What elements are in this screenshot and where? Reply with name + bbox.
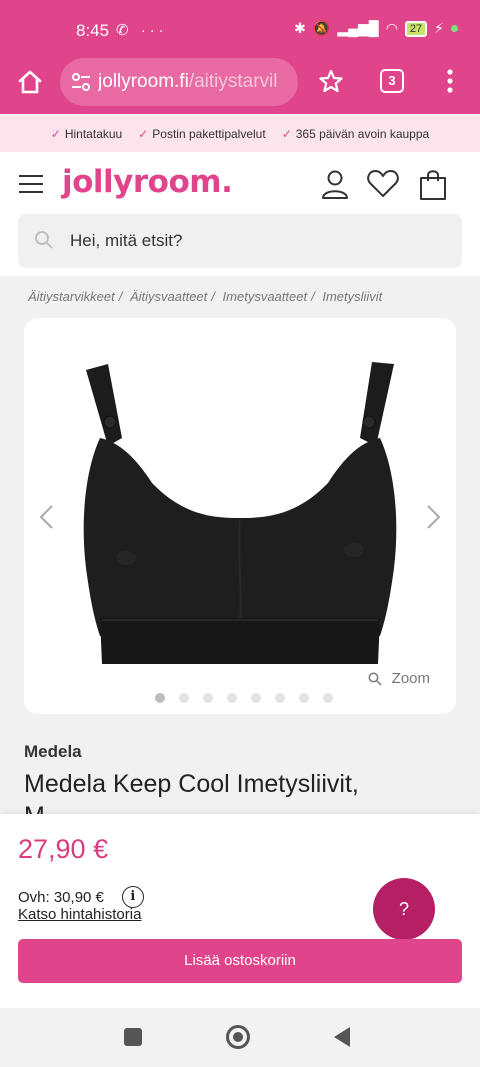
account-icon[interactable] (320, 168, 350, 200)
original-price: Ovh: 30,90 € (18, 888, 104, 906)
gallery-dot[interactable] (323, 693, 333, 703)
status-bar: 8:45 ✆ ··· ✱ 🔕 ▂▄▆█ ◠ 27 ⚡ (0, 0, 480, 56)
product-gallery: Zoom (24, 318, 456, 714)
product-image[interactable] (24, 318, 456, 714)
chevron-right-icon[interactable] (426, 504, 442, 530)
url-text: jollyroom.fi/aitiystarvil (98, 71, 290, 93)
more-vert-icon[interactable] (440, 68, 460, 94)
product-title: Medela Keep Cool Imetysliivit, (24, 770, 359, 798)
mute-icon: 🔕 (312, 20, 331, 36)
privacy-dot-icon (451, 25, 458, 32)
usp-item: ✓ Postin pakettipalvelut (138, 127, 265, 141)
gallery-dot[interactable] (299, 693, 309, 703)
usp-bar: ✓ Hintatakuu ✓ Postin pakettipalvelut ✓ 365… (0, 116, 480, 152)
charging-icon: ⚡ (434, 20, 444, 36)
breadcrumb-link[interactable]: Äitiysvaatteet (130, 289, 207, 304)
usp-item: ✓ Hintatakuu (51, 127, 122, 141)
system-navigation-bar (0, 1008, 480, 1067)
site-settings-icon[interactable] (70, 71, 92, 93)
product-brand[interactable]: Medela (24, 742, 82, 762)
check-icon: ✓ (138, 127, 149, 141)
zoom-button[interactable]: Zoom (368, 670, 430, 687)
product-title-continued: M (24, 802, 45, 814)
check-icon: ✓ (50, 127, 61, 141)
check-icon: ✓ (281, 127, 292, 141)
breadcrumb-link[interactable]: Äitiystarvikkeet (28, 289, 115, 304)
url-domain: jollyroom.fi (98, 71, 189, 92)
add-to-cart-button[interactable]: Lisää ostoskoriin (18, 939, 462, 983)
usp-label: Hintatakuu (64, 127, 123, 141)
status-time: 8:45 (76, 21, 110, 40)
wishlist-heart-icon[interactable] (366, 168, 400, 200)
home-icon[interactable] (16, 68, 44, 96)
recents-icon[interactable] (124, 1028, 142, 1046)
tab-switcher-button[interactable]: 3 (380, 69, 404, 93)
search-icon (35, 231, 53, 249)
zoom-label: Zoom (391, 670, 430, 687)
url-field[interactable]: jollyroom.fi/aitiystarvil (60, 58, 298, 106)
shopping-bag-icon[interactable] (418, 168, 448, 200)
breadcrumb-link[interactable]: Imetysliivit (322, 289, 382, 304)
gallery-dot[interactable] (275, 693, 285, 703)
home-button-icon[interactable] (226, 1025, 250, 1049)
info-icon[interactable]: i (121, 886, 144, 908)
site-header: jollyroom. Hei, mitä etsit? (0, 152, 480, 276)
original-price-row: Ovh: 30,90 € i (18, 886, 144, 908)
usp-label: Postin pakettipalvelut (152, 127, 266, 141)
hamburger-menu-icon[interactable] (19, 175, 43, 193)
battery-icon: 27 (404, 20, 428, 37)
gallery-dot[interactable] (251, 693, 261, 703)
gallery-dot[interactable] (179, 693, 189, 703)
price-history-link[interactable]: Katso hintahistoria (18, 906, 141, 923)
gallery-dot[interactable] (203, 693, 213, 703)
url-path: /aitiystarvil (188, 71, 278, 92)
search-input[interactable]: Hei, mitä etsit? (18, 214, 462, 268)
help-button[interactable]: ? (373, 878, 435, 940)
bluetooth-icon: ✱ (294, 20, 306, 36)
gallery-pagination (155, 693, 333, 703)
gallery-dot[interactable] (227, 693, 237, 703)
buy-box: 27,90 € Ovh: 30,90 € i Katso hintahistor… (0, 814, 480, 1008)
chevron-left-icon[interactable] (38, 504, 54, 530)
signal-icon: ▂▄▆█ (337, 20, 379, 36)
breadcrumb: Äitiystarvikkeet / Äitiysvaatteet / Imetys… (28, 289, 383, 304)
bookmark-star-icon[interactable] (318, 68, 344, 94)
usp-label: 365 päivän avoin kauppa (295, 127, 430, 141)
product-price: 27,90 € (18, 834, 109, 864)
search-placeholder: Hei, mitä etsit? (70, 231, 183, 250)
wifi-icon: ◠ (385, 20, 398, 36)
notification-icons: ✆ ··· (116, 22, 168, 39)
breadcrumb-link[interactable]: Imetysvaatteet (223, 289, 308, 304)
usp-item: ✓ 365 päivän avoin kauppa (282, 127, 430, 141)
back-icon[interactable] (334, 1027, 350, 1047)
status-right-icons: ✱ 🔕 ▂▄▆█ ◠ 27 ⚡ (294, 20, 458, 37)
zoom-magnifier-icon (368, 672, 382, 686)
jollyroom-logo[interactable]: jollyroom. (62, 164, 233, 200)
gallery-dot[interactable] (155, 693, 165, 703)
browser-toolbar: jollyroom.fi/aitiystarvil 3 (0, 56, 480, 114)
